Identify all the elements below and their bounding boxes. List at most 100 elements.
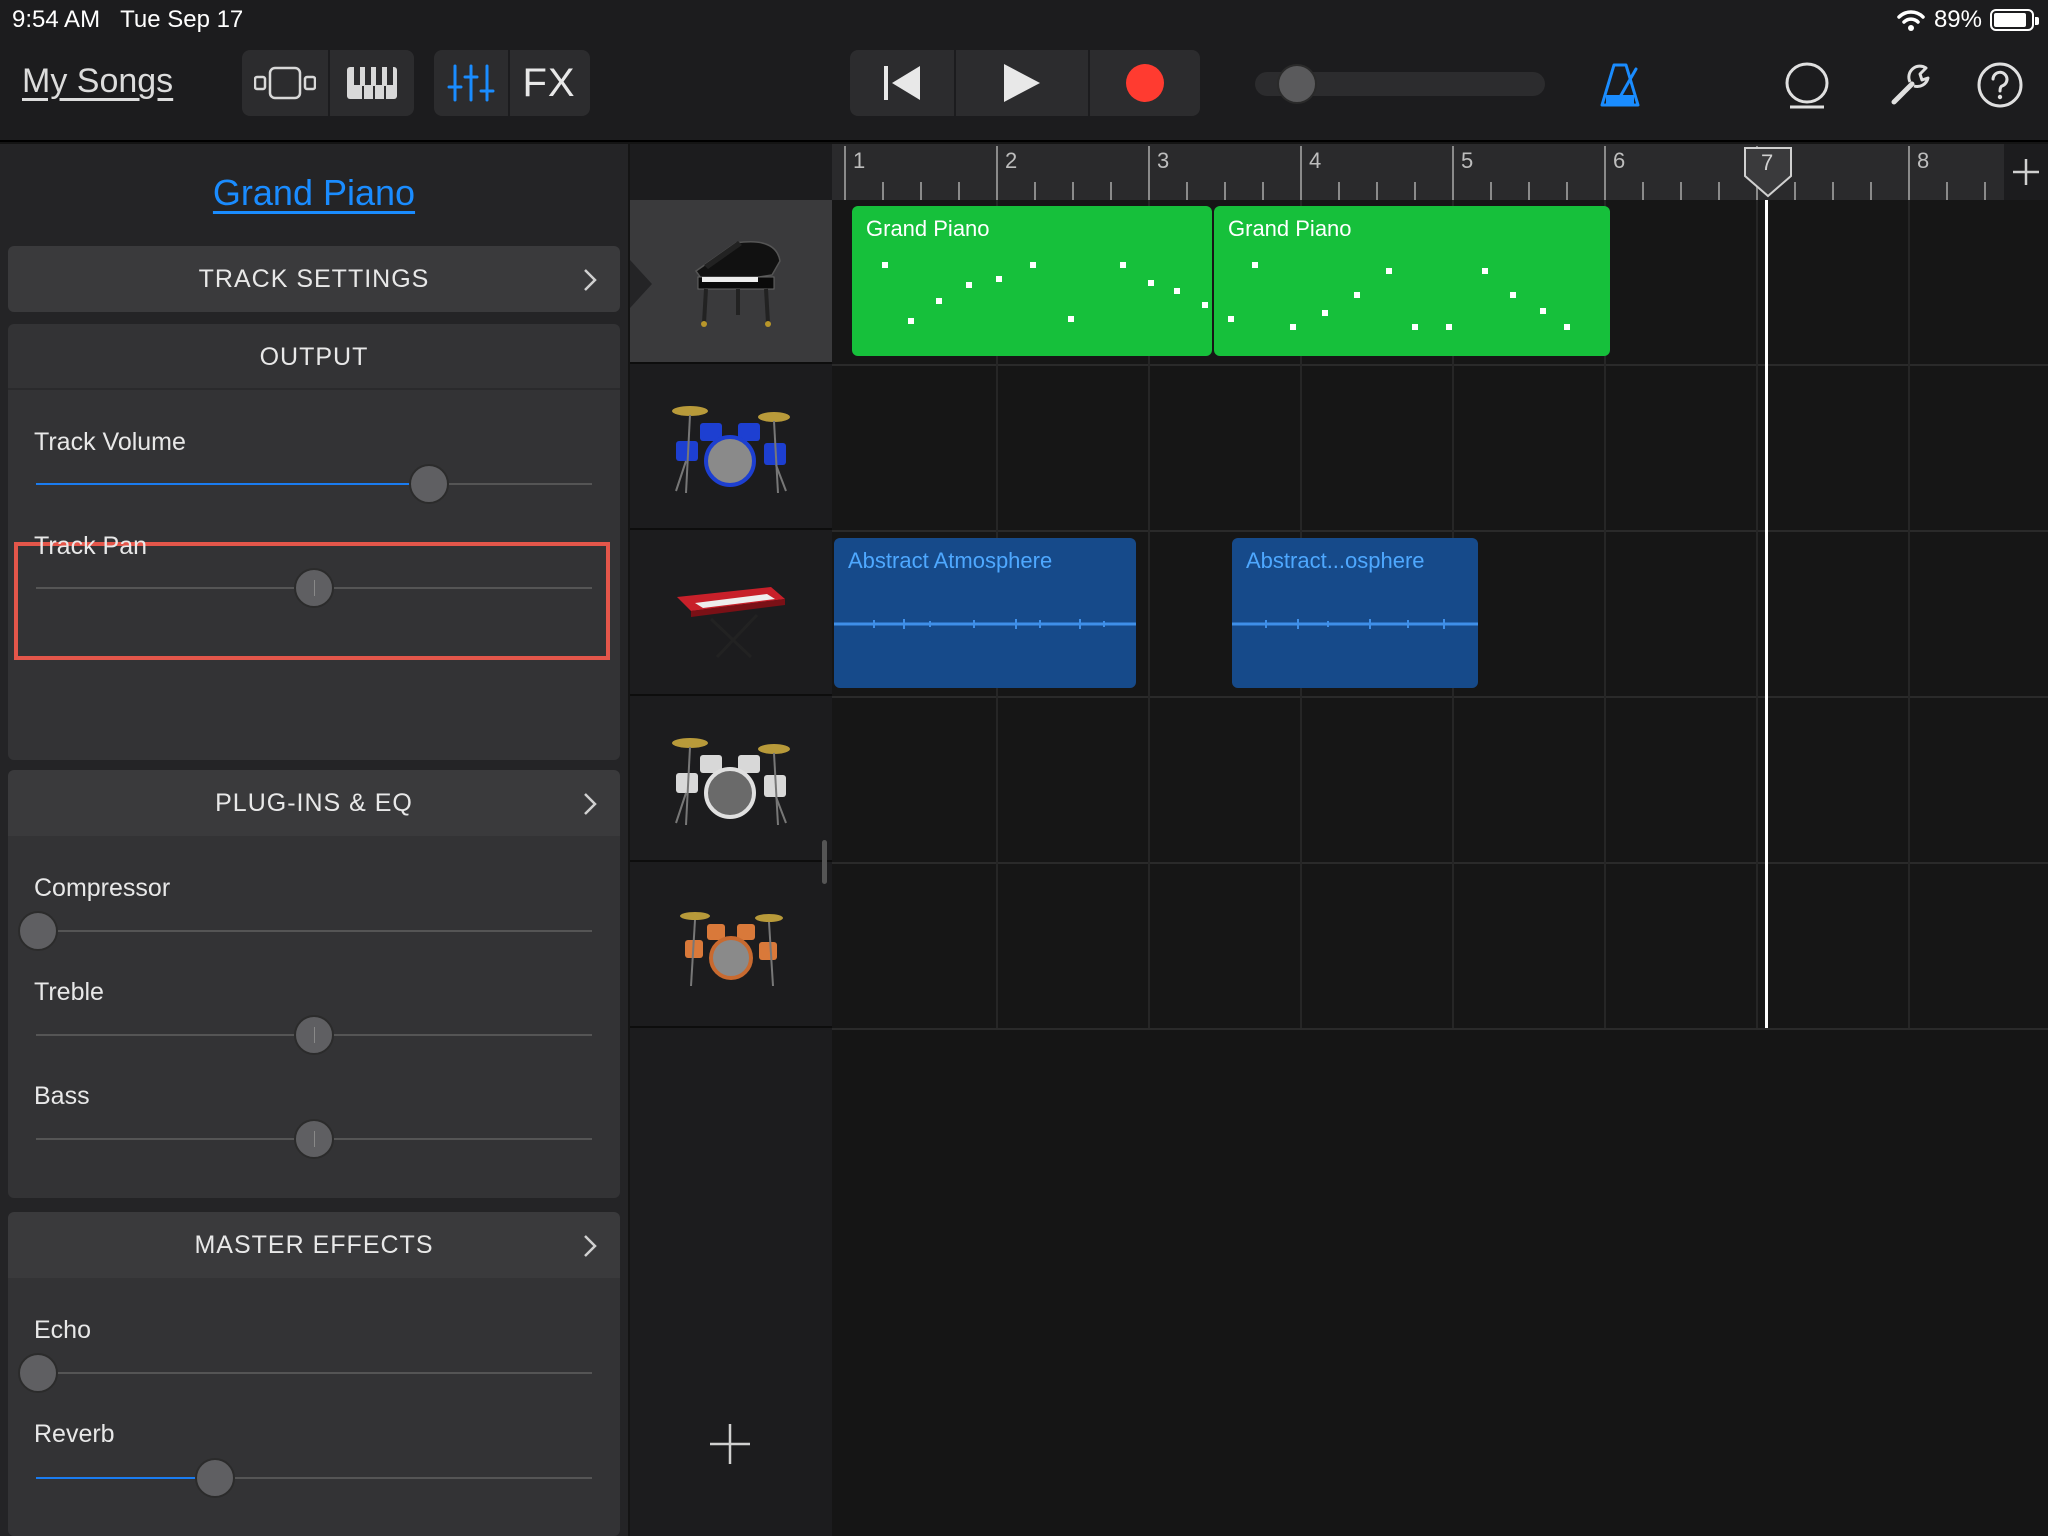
track-headers <box>630 144 832 1536</box>
midi-region[interactable]: Grand Piano <box>1214 206 1610 356</box>
track-header-drums-silver[interactable] <box>630 698 832 862</box>
treble-knob[interactable] <box>294 1015 334 1055</box>
reverb-slider[interactable] <box>36 1458 592 1498</box>
track-pan-slider[interactable] <box>36 568 592 608</box>
bar-number: 6 <box>1613 148 1626 173</box>
track-volume-label: Track Volume <box>34 428 186 456</box>
metronome-icon <box>1600 63 1640 107</box>
track-pan-label: Track Pan <box>34 532 148 560</box>
echo-knob[interactable] <box>18 1353 58 1393</box>
audio-region[interactable]: Abstract Atmosphere <box>834 538 1136 688</box>
add-section-button[interactable] <box>2004 144 2048 200</box>
master-effects-button[interactable]: MASTER EFFECTS <box>8 1212 620 1278</box>
mixer-icon <box>447 64 495 102</box>
plugins-eq-button[interactable]: PLUG-INS & EQ <box>8 770 620 836</box>
time-text: 9:54 AM <box>12 6 101 33</box>
bar-number: 3 <box>1157 148 1170 173</box>
playhead-marker[interactable]: 7 <box>1743 146 1793 198</box>
selection-notch <box>630 260 652 308</box>
region-name: Grand Piano <box>1228 216 1352 241</box>
settings-wrench-icon <box>1891 64 1930 105</box>
chevron-right-icon <box>584 1235 597 1257</box>
bar-number: 4 <box>1309 148 1322 173</box>
master-effects-label: MASTER EFFECTS <box>194 1231 434 1259</box>
compressor-knob[interactable] <box>18 911 58 951</box>
playhead-slider-knob[interactable] <box>1277 64 1317 104</box>
chevron-right-icon <box>584 269 597 291</box>
add-track-icon[interactable] <box>706 1420 754 1468</box>
track-header-drums-blue[interactable] <box>630 366 832 530</box>
loop-browser-button[interactable] <box>1782 60 1832 110</box>
track-lane[interactable] <box>832 864 2048 1030</box>
track-pan-knob[interactable] <box>294 568 334 608</box>
track-header-grand-piano[interactable] <box>630 200 832 364</box>
mixer-fx-group: FX <box>434 50 590 116</box>
reverb-fill <box>36 1477 215 1479</box>
audio-region[interactable]: Abstract...osphere <box>1232 538 1478 688</box>
track-settings-button[interactable]: TRACK SETTINGS <box>8 246 620 312</box>
playhead-slider[interactable] <box>1255 64 1545 104</box>
master-effects-section <box>8 1278 620 1536</box>
help-icon <box>1977 62 2023 108</box>
track-volume-fill <box>36 483 429 485</box>
tracks-area[interactable]: Grand Piano Grand Piano Abstract Atmosph… <box>832 200 2048 1536</box>
toolbar: My Songs FX <box>0 40 2048 142</box>
reverb-knob[interactable] <box>195 1458 235 1498</box>
keyboard-button[interactable] <box>328 50 414 116</box>
scroll-indicator <box>822 840 827 884</box>
play-icon <box>1004 64 1040 102</box>
compressor-label: Compressor <box>34 874 171 902</box>
track-controls-panel: Grand Piano TRACK SETTINGS OUTPUT Track … <box>0 144 628 1536</box>
metronome-button[interactable] <box>1595 60 1645 110</box>
my-songs-button[interactable]: My Songs <box>22 62 173 101</box>
play-button[interactable] <box>954 50 1088 116</box>
bar-number: 5 <box>1461 148 1474 173</box>
battery-level <box>1994 13 2027 27</box>
bass-knob[interactable] <box>294 1119 334 1159</box>
reverb-label: Reverb <box>34 1420 115 1448</box>
status-time: 9:54 AM Tue Sep 17 <box>12 6 243 34</box>
red-synth-keyboard-icon <box>677 587 785 659</box>
treble-label: Treble <box>34 978 104 1006</box>
browser-view-button[interactable] <box>242 50 328 116</box>
bass-slider[interactable] <box>36 1119 592 1159</box>
loop-icon <box>1785 62 1829 109</box>
wifi-icon <box>1897 10 1925 31</box>
playhead-line <box>1765 200 1768 1028</box>
instrument-title[interactable]: Grand Piano <box>0 172 628 214</box>
blue-drum-kit-icon <box>672 406 790 494</box>
rewind-button[interactable] <box>850 50 954 116</box>
waveform <box>1232 619 1478 629</box>
bass-label: Bass <box>34 1082 90 1110</box>
track-lane[interactable] <box>832 698 2048 864</box>
timeline-ruler[interactable]: 1 2 3 4 5 6 7 8 <box>832 144 2048 200</box>
track-volume-knob[interactable] <box>409 464 449 504</box>
output-header: OUTPUT <box>8 324 620 390</box>
plus-icon <box>2013 159 2039 185</box>
track-settings-label: TRACK SETTINGS <box>198 265 430 293</box>
mixer-button[interactable] <box>434 50 508 116</box>
track-lane[interactable] <box>832 366 2048 532</box>
treble-slider[interactable] <box>36 1015 592 1055</box>
track-volume-slider[interactable] <box>36 464 592 504</box>
status-bar: 9:54 AM Tue Sep 17 89% <box>0 0 2048 40</box>
transport-group <box>850 50 1200 116</box>
region-name: Abstract Atmosphere <box>848 548 1053 573</box>
svg-text:7: 7 <box>1761 150 1773 175</box>
date-text: Tue Sep 17 <box>120 6 244 33</box>
rewind-icon <box>884 66 920 100</box>
settings-button[interactable] <box>1886 60 1936 110</box>
browser-view-icon <box>254 66 316 100</box>
track-header-synth[interactable] <box>630 532 832 696</box>
echo-slider[interactable] <box>18 1353 592 1393</box>
compressor-slider[interactable] <box>18 911 592 951</box>
record-button[interactable] <box>1088 50 1200 116</box>
midi-region[interactable]: Grand Piano <box>852 206 1212 356</box>
status-indicators: 89% <box>1896 6 2039 34</box>
help-button[interactable] <box>1975 60 2025 110</box>
track-header-drums-orange[interactable] <box>630 864 832 1028</box>
battery-percent: 89% <box>1933 6 1982 33</box>
battery-icon <box>1990 9 2039 31</box>
record-icon <box>1126 64 1164 102</box>
fx-button[interactable]: FX <box>508 50 588 116</box>
